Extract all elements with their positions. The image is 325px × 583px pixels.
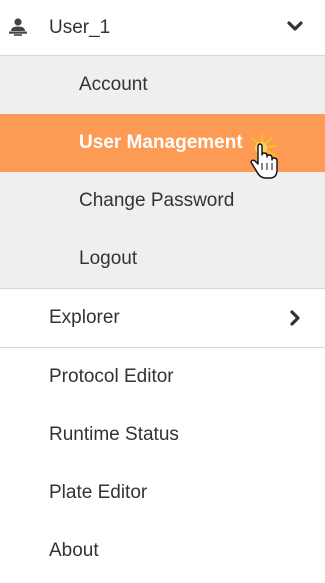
submenu-item-label: User Management [79, 132, 243, 153]
hand-cursor-icon [248, 133, 282, 183]
submenu-item-logout[interactable]: Logout [0, 230, 325, 288]
nav-item-label: Explorer [49, 307, 120, 328]
nav-item-label: Protocol Editor [49, 366, 174, 387]
nav-item-explorer[interactable]: Explorer [0, 289, 325, 347]
nav-item-plate-editor[interactable]: Plate Editor [0, 464, 325, 522]
submenu-item-account[interactable]: Account [0, 56, 325, 114]
user-desktop-icon [8, 17, 28, 37]
username-label: User_1 [49, 16, 111, 38]
chevron-right-icon [285, 308, 305, 328]
user-menu-header[interactable]: User_1 [0, 0, 325, 56]
chevron-down-icon[interactable] [285, 17, 305, 37]
nav-item-label: About [49, 540, 99, 561]
nav-item-runtime-status[interactable]: Runtime Status [0, 406, 325, 464]
submenu-item-label: Account [79, 74, 148, 95]
nav-item-about[interactable]: About [0, 522, 325, 580]
nav-item-label: Runtime Status [49, 424, 179, 445]
submenu-item-label: Change Password [79, 190, 235, 211]
nav-item-label: Plate Editor [49, 482, 148, 503]
navigation-menu: User_1 Account User Management Change Pa… [0, 0, 325, 583]
nav-item-protocol-editor[interactable]: Protocol Editor [0, 348, 325, 406]
submenu-item-label: Logout [79, 248, 138, 269]
